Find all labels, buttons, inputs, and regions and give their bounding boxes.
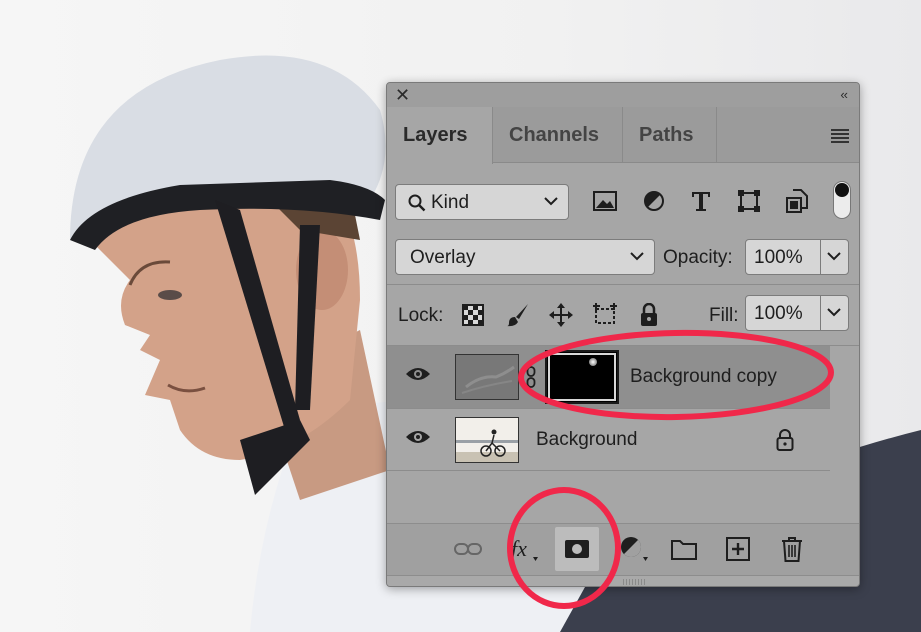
filter-row: Kind bbox=[387, 163, 859, 223]
search-icon bbox=[408, 194, 426, 212]
lock-row: Lock: Fill: 100% bbox=[387, 285, 859, 345]
layers-panel: ✕ ‹‹ Layers Channels Paths Kind Overlay … bbox=[386, 82, 860, 587]
blend-mode-select[interactable]: Overlay bbox=[395, 239, 655, 275]
layer-name[interactable]: Background copy bbox=[630, 366, 777, 388]
lock-transparent-pixels-icon[interactable] bbox=[459, 301, 487, 329]
layer-lock-icon[interactable] bbox=[776, 429, 794, 451]
trash-icon[interactable] bbox=[777, 534, 807, 564]
panel-titlebar[interactable]: ✕ ‹‹ bbox=[387, 83, 859, 107]
chain-link-icon[interactable] bbox=[526, 366, 536, 388]
eye-icon[interactable] bbox=[405, 366, 431, 382]
blend-row: Overlay Opacity: 100% bbox=[387, 223, 859, 279]
fx-icon[interactable]: fx bbox=[509, 534, 539, 564]
grip-dots bbox=[623, 579, 645, 585]
lock-label: Lock: bbox=[398, 305, 444, 326]
kind-filter-select[interactable]: Kind bbox=[395, 184, 569, 220]
opacity-label: Opacity: bbox=[663, 247, 733, 268]
chevron-down-icon bbox=[544, 197, 558, 206]
mask-highlight bbox=[589, 358, 597, 366]
blend-mode-value: Overlay bbox=[410, 247, 476, 268]
divider bbox=[387, 470, 830, 471]
group-folder-icon[interactable] bbox=[669, 534, 699, 564]
fill-value: 100% bbox=[754, 303, 803, 324]
link-layers-icon[interactable] bbox=[453, 534, 483, 564]
fill-field[interactable]: 100% bbox=[745, 295, 849, 331]
kind-label: Kind bbox=[431, 192, 470, 213]
fill-label: Fill: bbox=[709, 305, 739, 326]
svg-text:fx: fx bbox=[511, 536, 527, 561]
new-layer-icon[interactable] bbox=[723, 534, 753, 564]
lock-artboard-icon[interactable] bbox=[591, 301, 619, 329]
divider bbox=[820, 240, 821, 274]
tab-layers[interactable]: Layers bbox=[387, 107, 493, 164]
lock-image-pixels-icon[interactable] bbox=[504, 301, 532, 329]
layer-name[interactable]: Background bbox=[536, 429, 637, 451]
layer-thumbnail bbox=[455, 354, 519, 400]
adjustment-filter-icon[interactable] bbox=[640, 187, 668, 215]
divider bbox=[820, 296, 821, 330]
lock-position-icon[interactable] bbox=[547, 301, 575, 329]
chevron-down-icon[interactable] bbox=[827, 308, 841, 317]
lock-all-icon[interactable] bbox=[635, 301, 663, 329]
add-layer-mask-icon[interactable] bbox=[555, 527, 599, 571]
panel-menu-icon[interactable] bbox=[831, 129, 849, 145]
shape-filter-icon[interactable] bbox=[735, 187, 763, 215]
layer-row-background-copy[interactable]: Background copy bbox=[387, 346, 830, 408]
chevron-down-icon[interactable] bbox=[827, 252, 841, 261]
adjustment-layer-icon[interactable] bbox=[619, 534, 649, 564]
chevron-down-icon bbox=[630, 252, 644, 261]
collapse-panel-icon[interactable]: ‹‹ bbox=[840, 87, 848, 102]
tab-paths[interactable]: Paths bbox=[623, 107, 717, 163]
opacity-value: 100% bbox=[754, 247, 803, 268]
image-filter-icon[interactable] bbox=[591, 187, 619, 215]
layer-mask-thumbnail[interactable] bbox=[545, 350, 619, 404]
smart-object-filter-icon[interactable] bbox=[783, 187, 811, 215]
resize-grip[interactable] bbox=[387, 575, 859, 586]
type-filter-icon[interactable] bbox=[687, 187, 715, 215]
filter-toggle[interactable] bbox=[833, 181, 851, 219]
panel-footer: fx bbox=[387, 523, 859, 575]
close-icon[interactable]: ✕ bbox=[395, 86, 410, 104]
opacity-field[interactable]: 100% bbox=[745, 239, 849, 275]
panel-tabs: Layers Channels Paths bbox=[387, 107, 859, 164]
filter-toggle-knob bbox=[835, 183, 849, 197]
tab-channels[interactable]: Channels bbox=[493, 107, 623, 163]
layer-thumbnail bbox=[455, 417, 519, 463]
layer-row-background[interactable]: Background bbox=[387, 409, 830, 471]
eye-icon[interactable] bbox=[405, 429, 431, 445]
